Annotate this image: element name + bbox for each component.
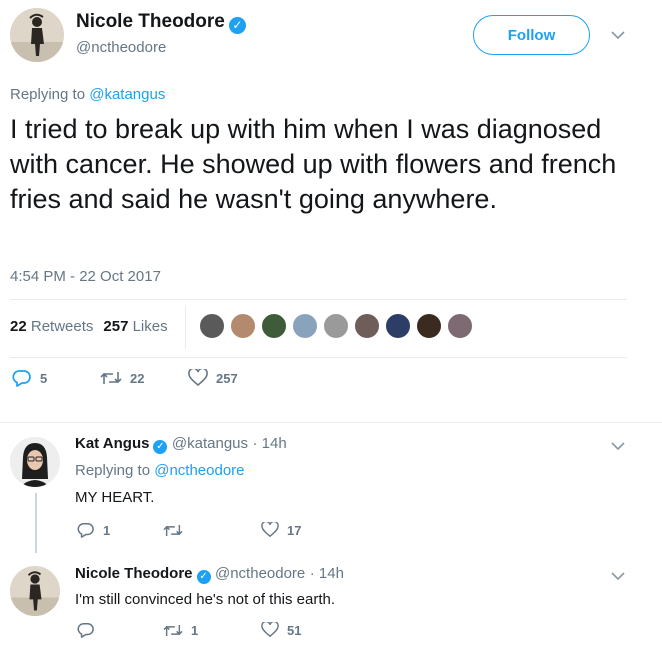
reply-count: 5 — [40, 370, 48, 386]
reply-count: 1 — [103, 522, 111, 538]
engagement-stats: 22 Retweets 257 Likes — [10, 318, 168, 335]
liker-avatar[interactable] — [384, 312, 412, 340]
tweet-text: I tried to break up with him when I was … — [10, 114, 617, 214]
reply-actions: 1 17 — [77, 522, 301, 538]
chevron-down-icon[interactable] — [611, 568, 625, 584]
like-button[interactable]: 257 — [188, 369, 238, 387]
divider — [0, 422, 662, 423]
like-button[interactable]: 17 — [261, 522, 301, 538]
reply-icon — [77, 523, 94, 538]
liker-avatar[interactable] — [322, 312, 350, 340]
retweets-label: Retweets — [30, 318, 94, 335]
replying-to-label: Replying to — [10, 86, 90, 103]
tweet-actions: 5 22 257 — [12, 369, 238, 387]
likes-stat[interactable]: 257 Likes — [103, 318, 167, 335]
display-name[interactable]: Nicole Theodore — [75, 565, 193, 582]
replying-to-link[interactable]: @nctheodore — [154, 462, 244, 479]
heart-icon — [261, 522, 279, 538]
display-name[interactable]: Nicole Theodore — [76, 11, 225, 32]
retweets-stat[interactable]: 22 Retweets — [10, 318, 93, 335]
like-count: 257 — [216, 370, 238, 386]
retweet-icon — [100, 372, 122, 384]
verified-icon: ✓ — [228, 17, 246, 34]
reply-actions: 1 51 — [77, 622, 301, 638]
liker-avatar[interactable] — [446, 312, 474, 340]
timestamp[interactable]: 4:54 PM - 22 Oct 2017 — [10, 268, 161, 285]
retweet-count: 1 — [191, 622, 199, 638]
replying-to-label: Replying to — [75, 462, 155, 479]
reply-button[interactable] — [77, 622, 163, 638]
follow-button[interactable]: Follow — [473, 15, 590, 55]
likes-label: Likes — [132, 318, 168, 335]
handle[interactable]: @katangus — [172, 435, 248, 452]
chevron-down-icon[interactable] — [611, 438, 625, 454]
replying-to-line: Replying to @katangus — [10, 86, 165, 103]
thread-line — [35, 493, 37, 553]
retweet-icon — [163, 624, 183, 636]
replying-to-link[interactable]: @katangus — [89, 86, 165, 103]
like-count: 51 — [287, 622, 302, 638]
chevron-down-icon[interactable] — [611, 27, 625, 43]
likes-count: 257 — [103, 318, 129, 335]
retweets-count: 22 — [10, 318, 27, 335]
liker-avatar[interactable] — [415, 312, 443, 340]
handle[interactable]: @nctheodore — [76, 39, 166, 56]
reply-button[interactable]: 5 — [12, 369, 100, 387]
divider — [10, 299, 627, 300]
author-line: Nicole Theodore ✓ — [76, 11, 246, 34]
display-name[interactable]: Kat Angus — [75, 435, 149, 452]
reply-icon — [12, 370, 31, 387]
liker-avatar[interactable] — [353, 312, 381, 340]
reply-author-line: Kat Angus ✓ @katangus · 14h — [75, 435, 287, 454]
handle[interactable]: @nctheodore — [215, 565, 305, 582]
retweet-button[interactable] — [163, 523, 261, 538]
reply-text: MY HEART. — [75, 489, 155, 506]
reply-icon — [77, 623, 94, 638]
reply-time[interactable]: · 14h — [252, 435, 286, 452]
reply-time[interactable]: · 14h — [310, 565, 344, 582]
avatar[interactable] — [10, 8, 64, 62]
retweet-count: 22 — [130, 370, 145, 386]
liker-avatars — [198, 312, 477, 340]
like-button[interactable]: 51 — [261, 622, 301, 638]
liker-avatar[interactable] — [260, 312, 288, 340]
stats-separator — [185, 305, 186, 349]
like-count: 17 — [287, 522, 302, 538]
reply-text: I'm still convinced he's not of this ear… — [75, 591, 336, 608]
retweet-button[interactable]: 22 — [100, 370, 188, 386]
heart-icon — [188, 369, 208, 387]
retweet-button[interactable]: 1 — [163, 623, 261, 638]
avatar[interactable] — [10, 566, 60, 616]
retweet-icon — [163, 524, 183, 536]
replying-to-line: Replying to @nctheodore — [75, 462, 245, 479]
verified-icon: ✓ — [196, 570, 211, 584]
heart-icon — [261, 622, 279, 638]
liker-avatar[interactable] — [198, 312, 226, 340]
liker-avatar[interactable] — [229, 312, 257, 340]
reply-author-line: Nicole Theodore ✓ @nctheodore · 14h — [75, 565, 344, 584]
divider — [10, 357, 627, 358]
verified-icon: ✓ — [153, 440, 168, 454]
reply-button[interactable]: 1 — [77, 522, 163, 538]
liker-avatar[interactable] — [291, 312, 319, 340]
avatar[interactable] — [10, 437, 60, 487]
